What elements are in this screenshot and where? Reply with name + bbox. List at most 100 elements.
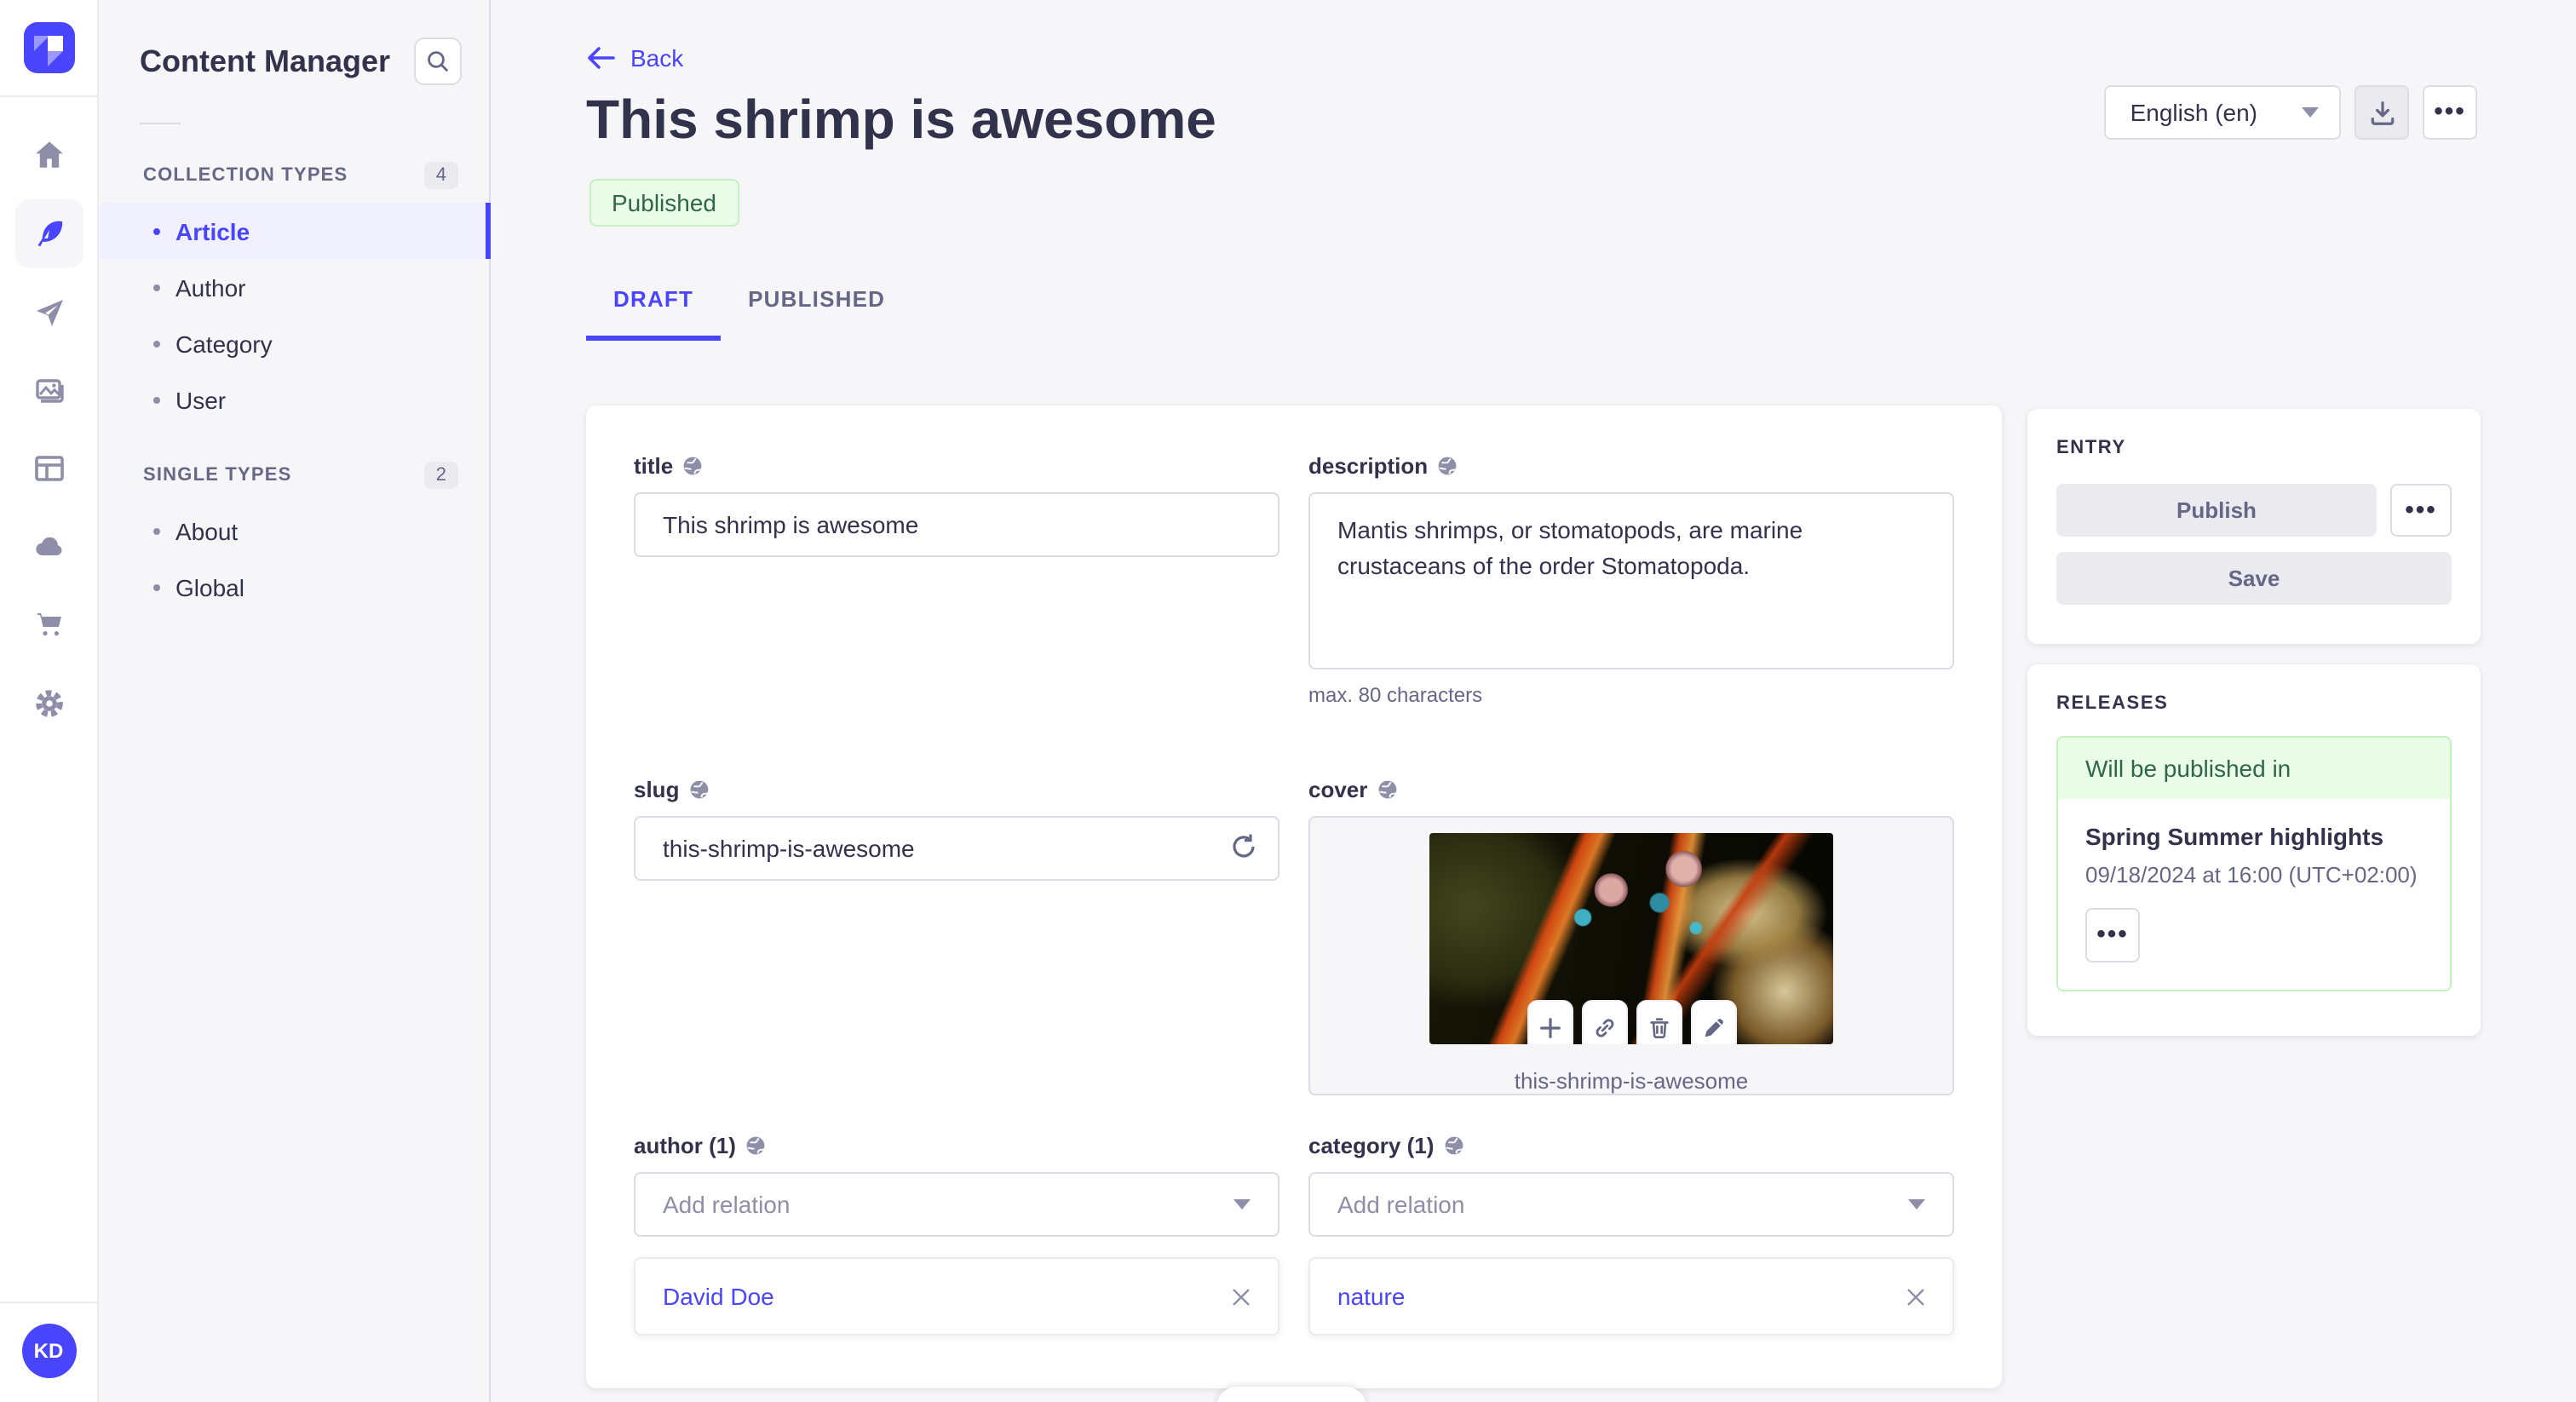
page-title: This shrimp is awesome xyxy=(586,89,1216,150)
release-date: 09/18/2024 at 16:00 (UTC+02:00) xyxy=(2085,862,2418,888)
bullet-dot xyxy=(153,340,160,347)
header-actions: English (en) ••• xyxy=(2104,85,2477,140)
sidebar-item-label: Author xyxy=(175,273,246,301)
back-label: Back xyxy=(630,44,684,72)
copy-link-button[interactable] xyxy=(1581,1000,1627,1044)
arrow-left-icon xyxy=(588,47,615,69)
sidebar-bottom: KD xyxy=(0,1301,97,1402)
nav-media-library[interactable] xyxy=(14,356,83,424)
nav-settings[interactable] xyxy=(14,669,83,738)
collapse-pill-button[interactable] xyxy=(1216,1387,1366,1402)
download-icon xyxy=(2370,101,2394,124)
plus-icon xyxy=(1539,1017,1560,1037)
field-label-text: title xyxy=(634,453,674,479)
regenerate-slug-button[interactable] xyxy=(1228,831,1259,871)
field-label-text: category (1) xyxy=(1308,1133,1435,1158)
field-label-text: cover xyxy=(1308,777,1368,802)
title-input[interactable] xyxy=(634,492,1279,557)
app-window: KD Content Manager COLLECTION TYPES 4 Ar… xyxy=(0,0,2576,1402)
bullet-dot xyxy=(153,227,160,234)
bullet-dot xyxy=(153,527,160,534)
home-icon xyxy=(35,141,62,168)
globe-icon xyxy=(1378,780,1398,799)
sidebar-item-about[interactable]: About xyxy=(101,503,489,559)
feather-icon xyxy=(37,221,62,247)
remove-relation-button[interactable] xyxy=(1906,1287,1925,1306)
remove-relation-button[interactable] xyxy=(1232,1287,1251,1306)
more-options-button[interactable]: ••• xyxy=(2423,85,2477,140)
link-icon xyxy=(1595,1018,1613,1037)
sidebar-item-author[interactable]: Author xyxy=(101,259,489,315)
sidebar-item-category[interactable]: Category xyxy=(101,315,489,371)
locale-select[interactable]: English (en) xyxy=(2104,85,2341,140)
logo-shape xyxy=(47,36,62,51)
releases-panel-title: RELEASES xyxy=(2056,693,2169,714)
cover-asset-box: this-shrimp-is-awesome xyxy=(1308,816,1954,1095)
add-asset-button[interactable] xyxy=(1527,1000,1573,1044)
download-button[interactable] xyxy=(2355,85,2409,140)
relation-item-author: David Doe xyxy=(634,1257,1279,1336)
nav-cloud[interactable] xyxy=(14,513,83,581)
back-link[interactable]: Back xyxy=(586,44,683,72)
field-author: author (1) Add relation David Doe xyxy=(634,1133,1279,1336)
close-icon xyxy=(1907,1288,1924,1305)
author-relation-select[interactable]: Add relation xyxy=(634,1172,1279,1237)
publish-button[interactable]: Publish xyxy=(2056,484,2377,537)
field-title: title xyxy=(634,453,1279,707)
release-status: Will be published in xyxy=(2058,738,2450,799)
field-label-text: author (1) xyxy=(634,1133,736,1158)
gear-icon xyxy=(35,690,62,717)
nav-deploy[interactable] xyxy=(14,278,83,346)
release-name: Spring Summer highlights xyxy=(2085,823,2384,850)
content-manager-sidebar: Content Manager COLLECTION TYPES 4 Artic… xyxy=(101,0,491,1402)
user-avatar[interactable]: KD xyxy=(21,1324,76,1378)
ellipsis-icon: ••• xyxy=(2434,97,2466,126)
cover-actions xyxy=(1527,1000,1736,1044)
delete-asset-button[interactable] xyxy=(1636,1000,1682,1044)
tab-published[interactable]: PUBLISHED xyxy=(721,269,912,341)
chevron-down-icon xyxy=(1908,1199,1925,1210)
ellipsis-icon: ••• xyxy=(2405,495,2437,524)
nav-home[interactable] xyxy=(14,121,83,189)
logo-shape xyxy=(47,51,62,66)
tab-draft[interactable]: DRAFT xyxy=(586,269,722,341)
release-more-button[interactable]: ••• xyxy=(2085,908,2140,962)
pencil-icon xyxy=(1704,1018,1722,1037)
sidebar-item-article[interactable]: Article xyxy=(101,203,491,259)
cover-caption: this-shrimp-is-awesome xyxy=(1514,1068,1749,1094)
nav-marketplace[interactable] xyxy=(14,591,83,659)
field-label-text: description xyxy=(1308,453,1429,479)
cart-icon xyxy=(37,613,60,636)
relation-link[interactable]: David Doe xyxy=(663,1283,774,1310)
cover-image[interactable] xyxy=(1429,833,1833,1044)
entry-more-button[interactable]: ••• xyxy=(2390,484,2452,537)
save-button[interactable]: Save xyxy=(2056,552,2452,605)
nav-content-type-builder[interactable] xyxy=(14,434,83,503)
chevron-down-icon xyxy=(1233,1199,1251,1210)
search-button[interactable] xyxy=(414,37,462,85)
field-label-text: slug xyxy=(634,777,680,802)
logo-container xyxy=(0,0,98,97)
slug-input[interactable] xyxy=(634,816,1279,881)
relation-placeholder: Add relation xyxy=(663,1191,791,1218)
section-label-collection-types: COLLECTION TYPES xyxy=(143,165,348,186)
nav-content-manager[interactable] xyxy=(14,199,83,267)
sidebar-item-global[interactable]: Global xyxy=(101,559,489,615)
relation-link[interactable]: nature xyxy=(1337,1283,1405,1310)
sidebar-item-label: Article xyxy=(175,217,250,244)
edit-asset-button[interactable] xyxy=(1690,1000,1736,1044)
entry-panel-title: ENTRY xyxy=(2056,438,2126,458)
globe-icon xyxy=(690,780,710,799)
trash-icon xyxy=(1649,1017,1668,1037)
category-relation-select[interactable]: Add relation xyxy=(1308,1172,1954,1237)
strapi-logo-icon[interactable] xyxy=(23,22,74,73)
refresh-icon xyxy=(1233,834,1255,858)
entry-form-card: title description Mantis shrimps, or sto… xyxy=(586,405,2002,1388)
field-description: description Mantis shrimps, or stomatopo… xyxy=(1308,453,1954,707)
sidebar-item-user[interactable]: User xyxy=(101,371,489,428)
globe-icon xyxy=(1438,457,1458,475)
field-cover: cover this-shrimp-is-awesome xyxy=(1308,777,1954,1095)
description-textarea[interactable]: Mantis shrimps, or stomatopods, are mari… xyxy=(1308,492,1954,669)
entry-panel: ENTRY Publish ••• Save xyxy=(2027,409,2481,644)
description-hint: max. 80 characters xyxy=(1308,683,1483,707)
